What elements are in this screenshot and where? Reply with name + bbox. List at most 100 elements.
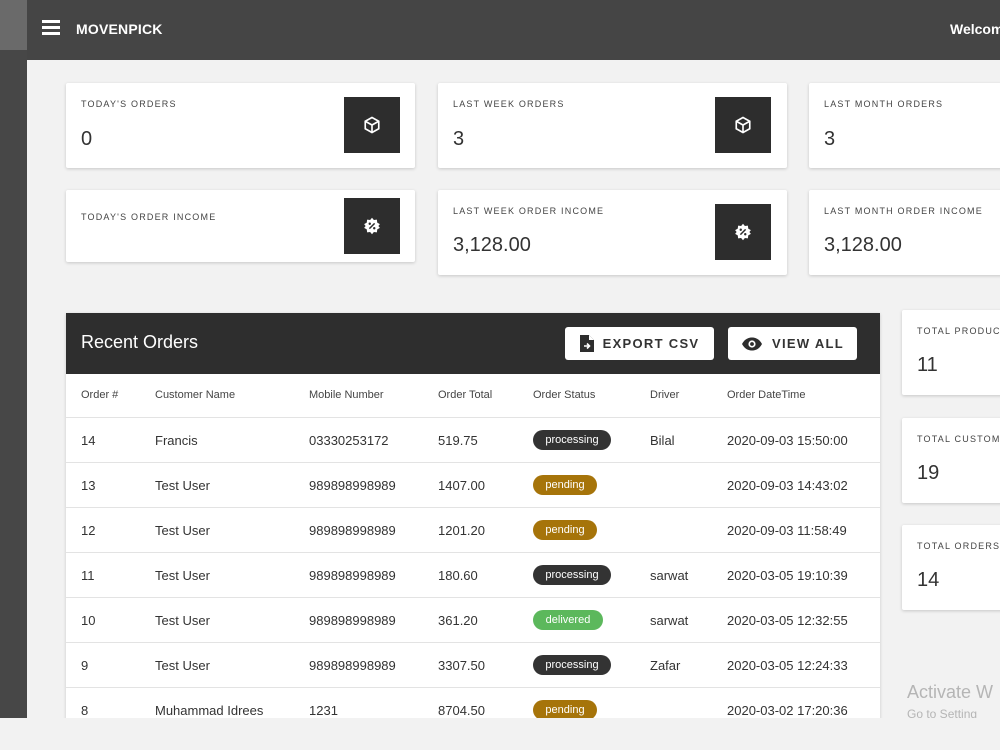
stat-card-last-week-income: LAST WEEK ORDER INCOME 3,128.00 — [438, 190, 787, 275]
stat-card-last-month-orders: LAST MONTH ORDERS 3 — [809, 83, 1000, 168]
stat-card-total-products: TOTAL PRODUC 11 — [902, 310, 1000, 395]
stat-label: LAST WEEK ORDER INCOME — [453, 206, 605, 216]
cell-order-total: 180.60 — [438, 568, 478, 583]
box-icon — [735, 116, 751, 134]
stat-card-todays-orders: TODAY'S ORDERS 0 — [66, 83, 415, 168]
export-csv-button[interactable]: EXPORT CSV — [565, 327, 714, 360]
column-header-customer-name: Customer Name — [155, 389, 236, 401]
view-all-button[interactable]: VIEW ALL — [728, 327, 857, 360]
cell-order-total: 361.20 — [438, 613, 478, 628]
recent-orders-panel: Recent Orders EXPORT CSV VIEW ALL Order … — [66, 313, 880, 723]
table-row[interactable]: 14 Francis 03330253172 519.75 processing… — [66, 417, 880, 462]
cell-order-number: 14 — [81, 433, 96, 448]
table-row[interactable]: 9 Test User 989898998989 3307.50 process… — [66, 642, 880, 687]
cell-order-total: 1201.20 — [438, 523, 485, 538]
stat-label: TODAY'S ORDER INCOME — [81, 212, 217, 222]
column-header-order-number: Order # — [81, 389, 119, 401]
cell-driver: Zafar — [650, 658, 681, 673]
cell-customer-name: Test User — [155, 568, 210, 583]
stat-icon-box — [344, 97, 400, 153]
sidebar-header — [0, 0, 27, 50]
percent-badge-icon — [735, 223, 751, 241]
column-header-driver: Driver — [650, 389, 680, 401]
cell-customer-name: Test User — [155, 478, 210, 493]
recent-orders-header: Recent Orders EXPORT CSV VIEW ALL — [66, 313, 880, 374]
stat-card-last-week-orders: LAST WEEK ORDERS 3 — [438, 83, 787, 168]
brand-title: MOVENPICK — [76, 21, 163, 37]
cell-order-number: 13 — [81, 478, 96, 493]
column-header-order-datetime: Order DateTime — [727, 389, 806, 401]
status-badge: delivered — [533, 610, 603, 630]
cell-customer-name: Test User — [155, 658, 210, 673]
export-csv-label: EXPORT CSV — [602, 336, 700, 351]
cell-customer-name: Test User — [155, 613, 210, 628]
cell-customer-name: Test User — [155, 523, 210, 538]
cell-order-number: 11 — [81, 568, 95, 583]
table-row[interactable]: 12 Test User 989898998989 1201.20 pendin… — [66, 507, 880, 552]
cell-order-datetime: 2020-03-05 19:10:39 — [727, 568, 848, 583]
stat-icon-box — [344, 198, 400, 254]
table-row[interactable]: 13 Test User 989898998989 1407.00 pendin… — [66, 462, 880, 507]
cell-mobile-number: 989898998989 — [309, 523, 396, 538]
view-all-label: VIEW ALL — [771, 336, 845, 351]
column-header-mobile-number: Mobile Number — [309, 389, 384, 401]
cell-order-total: 519.75 — [438, 433, 478, 448]
bottom-bar — [0, 718, 1000, 750]
recent-orders-title: Recent Orders — [81, 332, 199, 352]
status-badge: processing — [533, 655, 611, 675]
box-icon — [364, 116, 380, 134]
stat-value: 3,128.00 — [453, 234, 531, 256]
cell-driver: Bilal — [650, 433, 675, 448]
status-badge: processing — [533, 430, 611, 450]
stat-value: 3 — [824, 128, 836, 150]
cell-order-number: 12 — [81, 523, 96, 538]
stat-value: 0 — [81, 128, 93, 150]
sidebar — [0, 0, 27, 718]
hamburger-menu-icon[interactable] — [42, 20, 62, 36]
cell-order-number: 10 — [81, 613, 96, 628]
cell-order-total: 1407.00 — [438, 478, 485, 493]
cell-mobile-number: 989898998989 — [309, 658, 396, 673]
stat-icon-box — [715, 97, 771, 153]
activation-watermark-title: Activate W — [907, 682, 994, 702]
stat-card-total-customers: TOTAL CUSTOM 19 — [902, 418, 1000, 503]
cell-mobile-number: 1231 — [309, 703, 338, 718]
stat-label: TODAY'S ORDERS — [81, 99, 177, 109]
stat-label: TOTAL CUSTOM — [917, 434, 1000, 444]
cell-order-datetime: 2020-09-03 15:50:00 — [727, 433, 848, 448]
cell-customer-name: Francis — [155, 433, 198, 448]
stat-value: 3 — [453, 128, 465, 150]
stat-value: 3,128.00 — [824, 234, 902, 256]
stat-label: LAST MONTH ORDERS — [824, 99, 944, 109]
stat-label: LAST MONTH ORDER INCOME — [824, 206, 983, 216]
cell-order-datetime: 2020-09-03 14:43:02 — [727, 478, 848, 493]
status-badge: pending — [533, 700, 597, 720]
cell-order-datetime: 2020-09-03 11:58:49 — [727, 523, 847, 538]
cell-mobile-number: 03330253172 — [309, 433, 389, 448]
cell-mobile-number: 989898998989 — [309, 568, 396, 583]
stat-icon-box — [715, 204, 771, 260]
stat-value: 11 — [917, 354, 938, 376]
status-badge: processing — [533, 565, 611, 585]
stat-card-last-month-income: LAST MONTH ORDER INCOME 3,128.00 — [809, 190, 1000, 275]
cell-order-number: 9 — [81, 658, 89, 673]
welcome-text: Welcom — [950, 21, 1000, 37]
table-row[interactable]: 11 Test User 989898998989 180.60 process… — [66, 552, 880, 597]
column-header-order-status: Order Status — [533, 389, 596, 401]
stat-value: 19 — [917, 462, 940, 484]
stat-label: TOTAL PRODUC — [917, 326, 1000, 336]
stat-label: LAST WEEK ORDERS — [453, 99, 565, 109]
eye-icon — [741, 337, 762, 350]
cell-order-number: 8 — [81, 703, 89, 718]
status-badge: pending — [533, 520, 597, 540]
cell-driver: sarwat — [650, 613, 689, 628]
stat-card-todays-income: TODAY'S ORDER INCOME — [66, 190, 415, 262]
stat-value: 14 — [917, 569, 940, 591]
cell-driver: sarwat — [650, 568, 689, 583]
table-row[interactable]: 10 Test User 989898998989 361.20 deliver… — [66, 597, 880, 642]
file-export-icon — [579, 335, 594, 352]
percent-badge-icon — [364, 217, 380, 235]
cell-order-datetime: 2020-03-02 17:20:36 — [727, 703, 848, 718]
cell-customer-name: Muhammad Idrees — [155, 703, 264, 718]
cell-order-total: 8704.50 — [438, 703, 485, 718]
